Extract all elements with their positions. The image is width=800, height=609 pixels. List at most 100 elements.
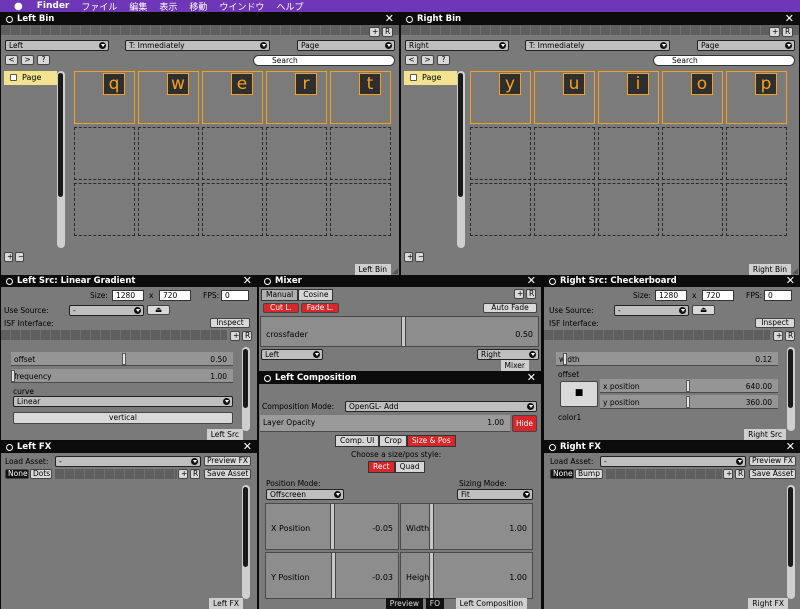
add-button[interactable]: + [178, 469, 188, 479]
add-button[interactable]: + [773, 331, 783, 341]
none-tab[interactable]: None [5, 469, 29, 479]
slider-knob[interactable] [429, 504, 434, 549]
source-select[interactable]: - [69, 305, 144, 316]
tab-left-bin[interactable]: Left Bin [354, 264, 391, 275]
tile[interactable]: t [359, 73, 381, 95]
none-tab[interactable]: None [550, 469, 574, 479]
eject-button[interactable]: ⏏ [147, 305, 170, 315]
inspect-button[interactable]: Inspect [210, 318, 250, 328]
bin-cell[interactable] [74, 127, 135, 180]
hide-button[interactable]: Hide [512, 415, 537, 432]
fx-scrollbar[interactable] [787, 485, 795, 599]
preview-fx-button[interactable]: Preview FX [749, 456, 796, 466]
r-button[interactable]: R [735, 469, 745, 479]
tab-right-fx[interactable]: Right FX [748, 598, 788, 609]
slider-knob[interactable] [122, 353, 126, 365]
bin-cell[interactable]: e [202, 71, 263, 124]
fps-field[interactable]: 0 [221, 290, 249, 301]
left-select[interactable]: Left [261, 349, 323, 360]
position-mode-select[interactable]: Offscreen [266, 489, 344, 500]
quad-option[interactable]: Quad [394, 461, 425, 473]
mode-select[interactable]: Page [697, 40, 795, 51]
height-slider[interactable]: Height 1.00 [400, 552, 533, 599]
isf-scrollbar[interactable] [242, 347, 250, 431]
tab-size-pos[interactable]: Size & Pos [406, 435, 456, 447]
trigger-select[interactable]: T: Immediately [125, 40, 270, 51]
mode-select[interactable]: Page [297, 40, 395, 51]
inspect-button[interactable]: Inspect [755, 318, 795, 328]
fps-field[interactable]: 0 [764, 290, 792, 301]
page-list-scrollbar[interactable] [57, 71, 65, 248]
menu-window[interactable]: ウインドウ [219, 0, 264, 13]
slider-knob[interactable] [11, 370, 15, 382]
bin-cell[interactable]: r [266, 71, 327, 124]
menu-view[interactable]: 表示 [159, 0, 177, 13]
slider-knob[interactable] [686, 380, 690, 392]
remove-page-button[interactable]: − [415, 252, 424, 262]
x-position-slider[interactable]: X Position -0.05 [265, 503, 399, 550]
resize-handle[interactable] [392, 268, 398, 274]
tab-left-fx[interactable]: Left FX [209, 598, 243, 609]
close-icon[interactable]: ✕ [786, 441, 795, 453]
remove-page-button[interactable]: − [15, 252, 24, 262]
r-button[interactable]: R [782, 27, 793, 37]
add-button[interactable]: + [369, 27, 380, 37]
bin-cell[interactable] [598, 127, 659, 180]
bin-cell[interactable] [662, 183, 723, 236]
bin-cell[interactable] [266, 127, 327, 180]
tab-left-src[interactable]: Left Src [206, 429, 243, 440]
width-slider[interactable]: Width 1.00 [400, 503, 533, 550]
height-field[interactable]: 720 [159, 290, 191, 301]
auto-fade-button[interactable]: Auto Fade [483, 303, 537, 313]
tab-fo[interactable]: FO [425, 598, 444, 609]
apple-icon[interactable]: ● [14, 1, 23, 12]
close-icon[interactable]: ✕ [527, 372, 536, 384]
rect-option[interactable]: Rect [368, 461, 395, 473]
slider-knob[interactable] [429, 553, 434, 598]
resize-handle[interactable] [792, 268, 798, 274]
page-list-scrollbar[interactable] [457, 71, 465, 248]
back-button[interactable]: < [405, 55, 418, 65]
curve-select[interactable]: Linear [13, 396, 233, 407]
tile[interactable]: w [167, 73, 189, 95]
manual-tab[interactable]: Manual [261, 289, 299, 301]
save-asset-button[interactable]: Save Asset [749, 469, 796, 479]
tab-crop[interactable]: Crop [379, 435, 407, 447]
forward-button[interactable]: > [421, 55, 434, 65]
bump-tab[interactable]: Bump [575, 469, 603, 479]
bin-cell[interactable]: y [470, 71, 531, 124]
bin-cell[interactable]: i [598, 71, 659, 124]
width-slider[interactable]: width 0.12 [556, 352, 778, 366]
tab-right-bin[interactable]: Right Bin [748, 264, 791, 275]
tile[interactable]: r [295, 73, 317, 95]
bin-cell[interactable]: p [726, 71, 787, 124]
menu-app-finder[interactable]: Finder [37, 1, 70, 11]
x-position-slider[interactable]: x position 640.00 [600, 379, 778, 393]
bin-cell[interactable] [202, 127, 263, 180]
cosine-tab[interactable]: Cosine [298, 289, 334, 301]
add-button[interactable]: + [230, 331, 240, 341]
tile[interactable]: p [755, 73, 777, 95]
bin-cell[interactable]: o [662, 71, 723, 124]
cut-left-button[interactable]: Cut L. [263, 303, 299, 313]
layer-opacity-slider[interactable]: Layer Opacity 1.00 [260, 415, 510, 432]
tile[interactable]: i [627, 73, 649, 95]
back-button[interactable]: < [5, 55, 18, 65]
add-button[interactable]: + [723, 469, 733, 479]
y-position-slider[interactable]: Y Position -0.03 [265, 552, 399, 599]
close-icon[interactable]: ✕ [385, 13, 394, 25]
tab-left-composition[interactable]: Left Composition [455, 598, 527, 609]
bin-cell[interactable] [74, 183, 135, 236]
add-button[interactable]: + [769, 27, 780, 37]
fade-left-button[interactable]: Fade L. [301, 303, 339, 313]
r-button[interactable]: R [526, 289, 536, 299]
tab-preview[interactable]: Preview [385, 598, 423, 609]
help-button[interactable]: ? [37, 55, 50, 65]
right-select[interactable]: Right [477, 349, 539, 360]
r-button[interactable]: R [190, 469, 200, 479]
search-input[interactable]: Search [653, 55, 795, 66]
forward-button[interactable]: > [21, 55, 34, 65]
close-icon[interactable]: ✕ [243, 441, 252, 453]
add-button[interactable]: + [514, 289, 524, 299]
close-icon[interactable]: ✕ [785, 13, 794, 25]
